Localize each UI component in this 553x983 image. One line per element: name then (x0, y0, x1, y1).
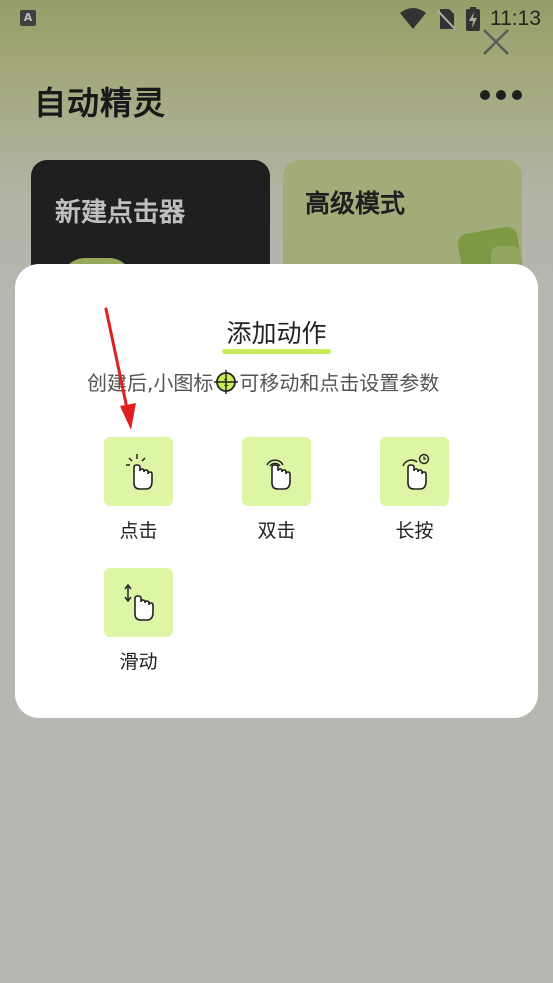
action-long-press[interactable]: 长按 (380, 437, 449, 543)
double-tap-tile[interactable] (242, 437, 311, 506)
dialog-subtitle-after: 可移动和点击设置参数 (239, 371, 440, 395)
svg-text:1: 1 (223, 378, 229, 389)
dialog-subtitle: 创建后,小图标 1 可移动和点击设置参数 (87, 367, 439, 396)
action-double-tap-label: 双击 (257, 520, 296, 542)
double-tap-icon (265, 458, 291, 490)
crosshair-marker-icon: 1 (214, 369, 239, 394)
action-swipe[interactable]: 滑动 (104, 568, 173, 674)
dialog-title: 添加动作 (222, 314, 331, 354)
action-tap[interactable]: 点击 (104, 437, 173, 543)
action-tap-label: 点击 (119, 520, 158, 542)
add-action-dialog: 添加动作 创建后,小图标 1 可移动和点击设置参数 点击 双击 长按 滑动 (15, 264, 538, 718)
swipe-icon (123, 583, 154, 621)
swipe-tile[interactable] (104, 568, 173, 637)
tap-icon (125, 453, 153, 490)
action-double-tap[interactable]: 双击 (242, 437, 311, 543)
tap-tile[interactable] (104, 437, 173, 506)
long-press-tile[interactable] (380, 437, 449, 506)
long-press-icon (401, 453, 429, 490)
action-swipe-label: 滑动 (119, 651, 158, 673)
dialog-subtitle-before: 创建后,小图标 (87, 371, 214, 395)
action-long-press-label: 长按 (395, 520, 434, 542)
